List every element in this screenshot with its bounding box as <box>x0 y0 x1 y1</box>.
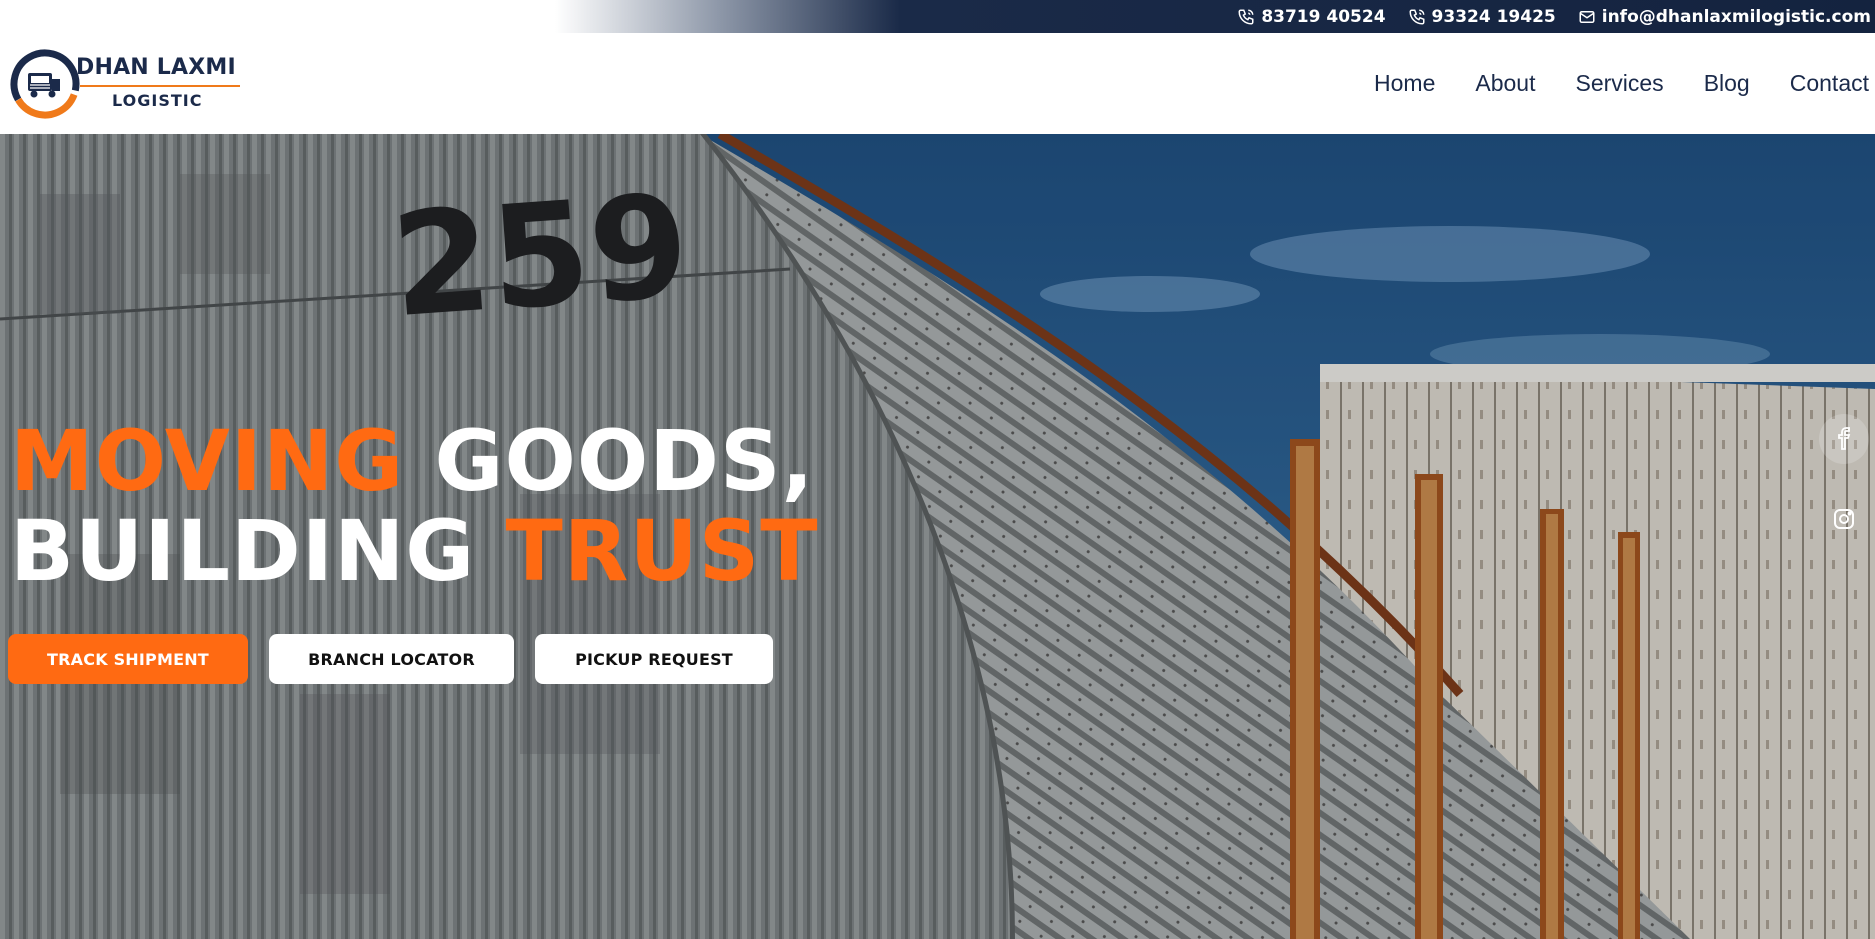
pickup-request-button[interactable]: PICKUP REQUEST <box>535 634 773 684</box>
facebook-icon <box>1838 427 1851 450</box>
nav-home[interactable]: Home <box>1374 70 1435 97</box>
nav-about[interactable]: About <box>1475 70 1535 97</box>
headline-word-trust: TRUST <box>505 502 819 600</box>
building-number-sign: 259 <box>390 180 694 330</box>
facebook-link[interactable] <box>1819 414 1869 464</box>
brand-name-line-2: LOGISTIC <box>112 91 203 110</box>
branch-locator-button[interactable]: BRANCH LOCATOR <box>269 634 514 684</box>
nav-blog[interactable]: Blog <box>1704 70 1750 97</box>
phone-number-1: 83719 40524 <box>1261 6 1386 27</box>
phone-link-1[interactable]: 83719 40524 <box>1237 6 1386 27</box>
phone-icon <box>1238 9 1254 25</box>
mail-icon <box>1579 10 1595 23</box>
phone-link-2[interactable]: 93324 19425 <box>1408 7 1556 27</box>
email-link[interactable]: info@dhanlaxmilogistic.com <box>1578 7 1871 27</box>
phone-icon <box>1409 9 1425 25</box>
hero-headline: MOVING GOODS, BUILDING TRUST <box>10 416 910 596</box>
nav-contact[interactable]: Contact <box>1790 70 1869 97</box>
svg-text:259: 259 <box>390 180 694 330</box>
email-address: info@dhanlaxmilogistic.com <box>1601 6 1871 27</box>
main-nav: Home About Services Blog Contact <box>1334 33 1869 134</box>
headline-word-building: BUILDING <box>10 502 476 600</box>
track-shipment-button[interactable]: TRACK SHIPMENT <box>8 634 248 684</box>
site-header: DHAN LAXMI LOGISTIC Home About Services … <box>0 33 1875 134</box>
truck-logo-icon <box>10 49 80 119</box>
brand-name-line-1: DHAN LAXMI <box>76 55 236 80</box>
brand-logo[interactable]: DHAN LAXMI LOGISTIC <box>10 47 242 119</box>
headline-word-moving: MOVING <box>10 412 405 510</box>
hero-section: 259 MOVING GOODS, BUILDING TRUST TRACK S… <box>0 134 1875 939</box>
top-contact-bar: 83719 40524 93324 19425 info@dhanlaxmilo… <box>0 0 1875 33</box>
nav-services[interactable]: Services <box>1575 70 1663 97</box>
instagram-icon <box>1834 509 1854 529</box>
phone-number-2: 93324 19425 <box>1431 6 1556 27</box>
instagram-link[interactable] <box>1819 494 1869 544</box>
brand-divider <box>80 85 240 87</box>
headline-word-goods: GOODS, <box>434 412 815 510</box>
hero-cta-group: TRACK SHIPMENT BRANCH LOCATOR PICKUP REQ… <box>8 634 773 684</box>
